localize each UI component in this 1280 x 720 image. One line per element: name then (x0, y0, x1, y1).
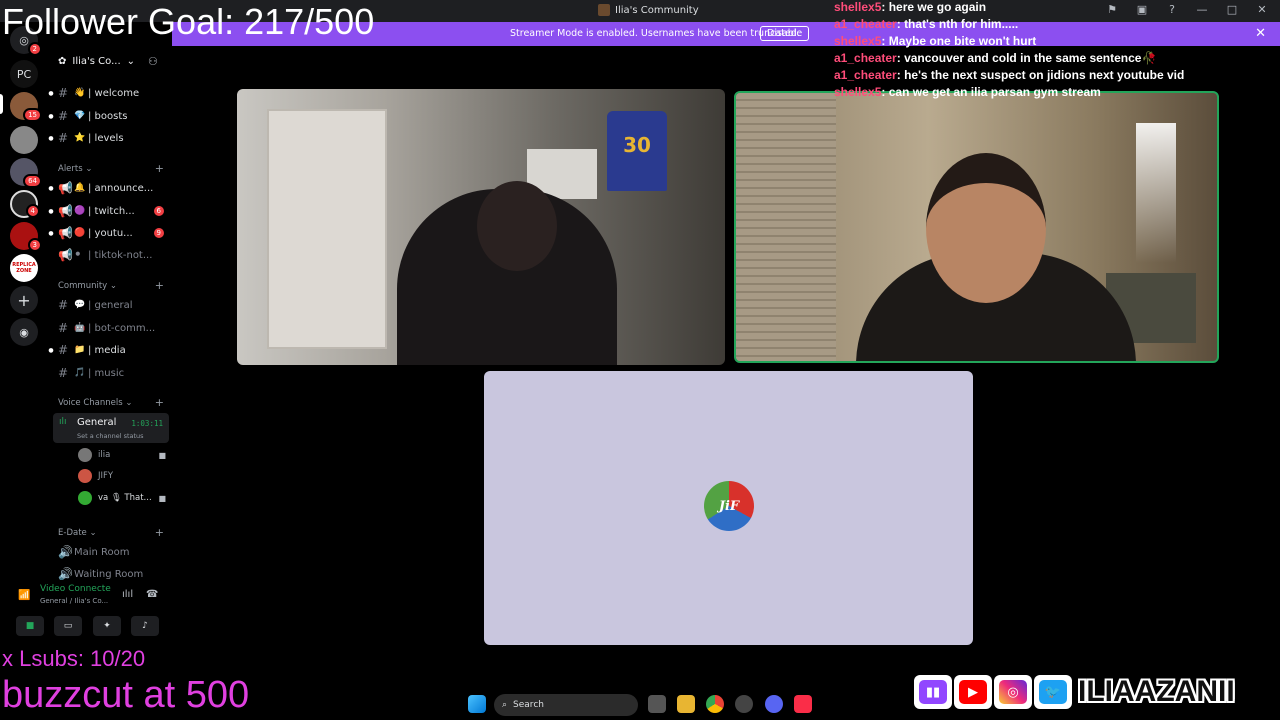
voice-user[interactable]: va 🎙 That... ■ (78, 489, 166, 507)
server-icon-1[interactable]: 15 (10, 92, 42, 122)
server-name[interactable]: ✿ Ilia's Co... ⌄ (58, 56, 135, 67)
camera-button[interactable]: ■ (16, 616, 44, 636)
task-view-icon[interactable] (648, 695, 666, 713)
screen-share-button[interactable]: ▭ (54, 616, 82, 636)
window-blind (736, 93, 836, 361)
person-head (926, 153, 1046, 303)
channel-youtube[interactable]: ● 📢 🔴 | youtu... 9 (48, 223, 172, 243)
channel-general[interactable]: # 💬 | general (48, 295, 172, 315)
video-tile-user[interactable]: 30 (237, 89, 725, 365)
noise-suppression-icon[interactable]: ılıl (122, 589, 133, 600)
windows-start-icon[interactable] (468, 695, 486, 713)
obs-icon[interactable] (735, 695, 753, 713)
category-alerts[interactable]: Alerts ⌄ (58, 164, 93, 174)
activities-button[interactable]: ✦ (93, 616, 121, 636)
add-channel-icon[interactable]: + (155, 279, 164, 292)
invite-icon[interactable]: ⚇ (148, 55, 158, 68)
voice-connection-panel: 📶 Video Connecte General / Ilia's Co... … (6, 580, 171, 642)
chat-message: shellex5: can we get an ilia parsan gym … (834, 85, 1101, 99)
door (267, 109, 387, 349)
add-server-icon[interactable]: + (10, 286, 38, 314)
search-icon: ⌕ (502, 700, 508, 710)
twitch-icon: ▮▮ (914, 675, 952, 709)
avatar (78, 448, 92, 462)
channel-music[interactable]: # 🎵 | music (48, 363, 172, 383)
channel-status[interactable]: Set a channel status (77, 432, 144, 440)
channel-levels[interactable]: ● # ⭐ | levels (48, 128, 172, 148)
voice-channel-main-room[interactable]: 🔊 Main Room (48, 542, 172, 562)
soundboard-button[interactable]: ♪ (131, 616, 159, 636)
discord-icon[interactable] (765, 695, 783, 713)
camera-icon: ■ (158, 493, 166, 503)
chat-message: a1_cheater: he's the next suspect on jid… (834, 68, 1185, 82)
voice-user[interactable]: JIFY (78, 467, 166, 485)
file-explorer-icon[interactable] (677, 695, 695, 713)
server-replica-zone[interactable]: REPLICA ZONE (10, 254, 38, 282)
video-tile-jify[interactable]: JiF (484, 371, 973, 645)
server-icon-2[interactable] (10, 126, 38, 154)
ceiling-light (1136, 123, 1176, 263)
avatar (78, 469, 92, 483)
taskbar-search[interactable]: ⌕ Search (494, 694, 638, 716)
server-icon-5[interactable]: 3 (10, 222, 42, 252)
category-e-date[interactable]: E-Date ⌄ (58, 528, 97, 538)
social-handle-overlay: ▮▮ ▶ ◎ 🐦 ILIAAZANII (914, 674, 1235, 710)
channel-tiktok[interactable]: 📢 ⚫ | tiktok-not... (48, 245, 172, 265)
chat-message: shellex5: Maybe one bite won't hurt (834, 34, 1037, 48)
server-pc[interactable]: PC (10, 60, 38, 88)
camera-icon: ■ (158, 450, 166, 460)
voice-channel-general[interactable]: ılı General 1:03:11 Set a channel status (53, 413, 169, 443)
channel-twitch[interactable]: ● 📢 🟣 | twitch... 6 (48, 201, 172, 221)
discover-icon[interactable]: ◉ (10, 318, 38, 346)
person-head (477, 181, 557, 271)
video-tile-speaking[interactable] (734, 91, 1219, 363)
channel-boosts[interactable]: ● # 💎 | boosts (48, 106, 172, 126)
add-channel-icon[interactable]: + (155, 162, 164, 175)
server-icon-3[interactable]: 64 (10, 158, 42, 188)
server-icon (598, 4, 610, 16)
chat-message: shellex5: here we go again (834, 0, 987, 14)
server-badge-icon: ✿ (58, 56, 67, 67)
avatar (78, 491, 92, 505)
jify-avatar: JiF (704, 481, 754, 531)
add-channel-icon[interactable]: + (155, 526, 164, 539)
channel-bot-commands[interactable]: # 🤖 | bot-comm... (48, 318, 172, 338)
window-title: Ilia's Community (598, 4, 699, 16)
disable-button[interactable]: Disable (760, 26, 810, 41)
channel-handle: ILIAAZANII (1078, 675, 1235, 708)
chevron-down-icon: ⌄ (126, 56, 136, 67)
disconnect-icon[interactable]: ☎ (146, 589, 158, 600)
stream-chat-overlay: shellex5: here we go again a1_cheater: t… (834, 0, 1274, 102)
twitter-icon: 🐦 (1034, 675, 1072, 709)
jersey: 30 (607, 111, 667, 191)
channel-welcome[interactable]: ● # 👋 | welcome (48, 83, 172, 103)
server-icon-4[interactable]: 4 (10, 190, 40, 218)
voice-user[interactable]: ilia ■ (78, 446, 166, 464)
music-icon[interactable] (794, 695, 812, 713)
instagram-icon: ◎ (994, 675, 1032, 709)
chat-message: a1_cheater: vancouver and cold in the sa… (834, 51, 1157, 65)
chat-message: a1_cheater: that's nth for him..... (834, 17, 1019, 31)
chrome-icon[interactable] (706, 695, 724, 713)
subs-goal-overlay: x Lsubs: 10/20 (2, 646, 146, 671)
channel-media[interactable]: ● # 📁 | media (48, 340, 172, 360)
voice-activity-icon: ılı (59, 417, 67, 427)
follower-goal-overlay: Follower Goal: 217/500 (2, 1, 375, 42)
channel-announcements[interactable]: ● 📢 🔔 | announce... (48, 178, 172, 198)
youtube-icon: ▶ (954, 675, 992, 709)
category-voice-channels[interactable]: Voice Channels ⌄ (58, 398, 132, 408)
banner-text: Streamer Mode is enabled. Usernames have… (510, 28, 800, 39)
signal-icon: 📶 (18, 590, 31, 601)
add-channel-icon[interactable]: + (155, 396, 164, 409)
category-community[interactable]: Community ⌄ (58, 281, 117, 291)
